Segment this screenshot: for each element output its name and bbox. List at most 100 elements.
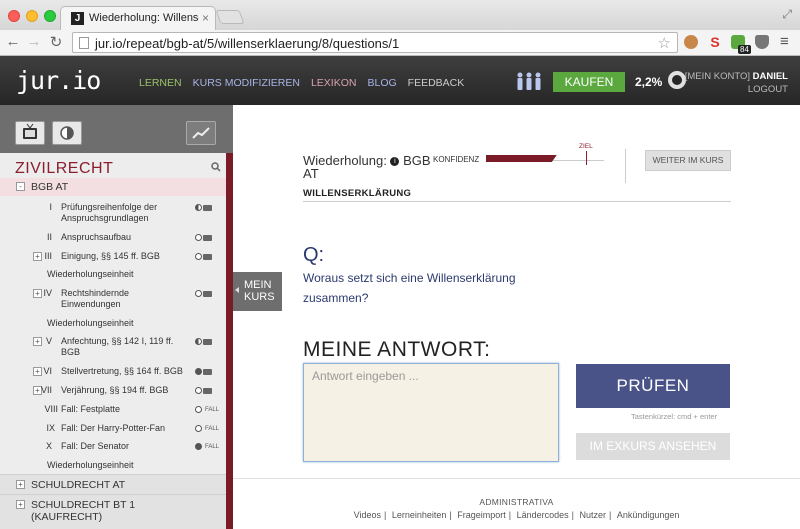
sidebar-item-verjaehrung[interactable]: Verjährung, §§ 194 ff. BGB: [61, 385, 168, 395]
close-tab-icon[interactable]: ×: [202, 11, 209, 25]
sidebar-title: ZIVILRECHT: [15, 160, 114, 177]
sidebar-item-senator[interactable]: Fall: Der Senator: [61, 441, 129, 451]
sidebar-item-harry-potter[interactable]: Fall: Der Harry-Potter-Fan: [61, 423, 165, 433]
check-button[interactable]: PRÜFEN: [576, 364, 730, 408]
expand-icon[interactable]: +: [16, 500, 25, 509]
divider: [233, 478, 800, 479]
sidebar-item-einigung[interactable]: Einigung, §§ 145 ff. BGB: [61, 251, 160, 261]
close-window-button[interactable]: [8, 10, 20, 22]
continue-course-button[interactable]: WEITER IM KURS: [645, 150, 731, 171]
page-title: Wiederholung: i BGB AT: [303, 154, 431, 180]
footer-link-ankuendigungen[interactable]: Ankündigungen: [617, 510, 680, 520]
topic-title: WILLENSERKLÄRUNG: [303, 188, 412, 199]
section-schuldrecht-at[interactable]: + SCHULDRECHT AT: [0, 474, 226, 494]
item-number: X: [45, 441, 52, 451]
section-label: SCHULDRECHT BT 1 (KAUFRECHT): [31, 499, 136, 523]
sidebar-item-pruefungsreihenfolge[interactable]: Prüfungsreihenfolge der Anspruchsgrundla…: [61, 202, 191, 224]
url-text[interactable]: jur.io/repeat/bgb-at/5/willenserklaerung…: [95, 36, 399, 51]
zoom-window-button[interactable]: [44, 10, 56, 22]
fullscreen-icon[interactable]: ⤢: [782, 7, 792, 22]
sidebar-toolbar: [0, 105, 233, 153]
info-icon[interactable]: i: [390, 157, 400, 166]
cookie-extension-icon[interactable]: [684, 35, 698, 49]
item-number: I: [49, 202, 52, 212]
progress-dot-icon: [195, 234, 202, 241]
footer-link-laendercodes[interactable]: Ländercodes: [517, 510, 569, 520]
sidebar-edge: [226, 153, 233, 529]
sidebar-item-wiederholung[interactable]: Wiederholungseinheit: [47, 318, 134, 328]
nav-feedback[interactable]: FEEDBACK: [408, 77, 465, 89]
sidebar-item-wiederholung[interactable]: Wiederholungseinheit: [47, 460, 134, 470]
collapse-icon[interactable]: -: [16, 182, 25, 191]
video-icon: [203, 338, 212, 345]
item-status: [195, 387, 212, 394]
contrast-mode-button[interactable]: [52, 121, 82, 145]
video-icon: [203, 253, 212, 260]
forward-icon[interactable]: →: [25, 33, 43, 50]
sidebar-item-anfechtung[interactable]: Anfechtung, §§ 142 I, 119 ff. BGB: [61, 336, 191, 358]
footer-links: Videos | Lerneinheiten | Frageimport | Länd…: [353, 510, 680, 520]
search-icon[interactable]: [211, 162, 221, 175]
logo[interactable]: jur.io: [16, 66, 101, 95]
browser-tab[interactable]: J Wiederholung: Willenserklä ×: [60, 6, 216, 30]
back-icon[interactable]: ←: [4, 33, 22, 50]
stats-button[interactable]: [186, 121, 216, 145]
footer-link-nutzer[interactable]: Nutzer: [579, 510, 606, 520]
sidebar-item-einwendungen[interactable]: Rechtshindernde Einwendungen: [61, 288, 181, 310]
address-bar[interactable]: jur.io/repeat/bgb-at/5/willenserklaerung…: [72, 32, 678, 53]
progress-dot-icon: [195, 368, 202, 375]
account-menu[interactable]: [MEIN KONTO] DANIEL LOGOUT: [685, 70, 788, 96]
footer-link-videos[interactable]: Videos: [354, 510, 381, 520]
item-number: VIII: [44, 404, 58, 414]
video-icon: [203, 368, 212, 375]
app-header: jur.io LERNEN KURS MODIFIZIEREN LEXIKON …: [0, 56, 800, 105]
progress-dot-icon: [195, 290, 202, 297]
item-status: [195, 290, 212, 297]
item-status: FALL: [195, 406, 219, 413]
excursus-button[interactable]: IM EXKURS ANSEHEN: [576, 433, 730, 460]
confidence-label: KONFIDENZ: [433, 155, 480, 164]
pocket-extension-icon[interactable]: [755, 35, 769, 49]
nav-kurs-modifizieren[interactable]: KURS MODIFIZIEREN: [193, 77, 300, 89]
logout-link[interactable]: LOGOUT: [748, 84, 788, 95]
buy-button[interactable]: KAUFEN: [553, 72, 625, 92]
nav-blog[interactable]: BLOG: [367, 77, 396, 89]
new-tab-button[interactable]: [215, 10, 245, 24]
hamburger-menu-icon[interactable]: ≡: [780, 33, 789, 50]
footer-link-lerneinheiten[interactable]: Lerneinheiten: [392, 510, 447, 520]
account-link[interactable]: [MEIN KONTO]: [685, 71, 750, 82]
expand-icon[interactable]: +: [16, 480, 25, 489]
item-number: IX: [46, 423, 55, 433]
progress-circle-icon: [668, 71, 686, 89]
nav-lexikon[interactable]: LEXIKON: [311, 77, 357, 89]
item-status: FALL: [195, 443, 219, 450]
sidebar-item-stellvertretung[interactable]: Stellvertretung, §§ 164 ff. BGB: [61, 366, 183, 376]
case-tag: FALL: [205, 406, 220, 413]
extension-badge: 84: [738, 45, 751, 54]
nav-lernen[interactable]: LERNEN: [139, 77, 182, 89]
section-schuldrecht-bt1[interactable]: + SCHULDRECHT BT 1 (KAUFRECHT): [0, 494, 226, 529]
sidebar-item-festplatte[interactable]: Fall: Festplatte: [61, 404, 120, 414]
video-icon: [203, 204, 212, 211]
footer-link-frageimport[interactable]: Frageimport: [457, 510, 506, 520]
main-content: Wiederholung: i BGB AT KONFIDENZ ZIEL WE…: [233, 105, 800, 529]
sidebar-item-wiederholung[interactable]: Wiederholungseinheit: [47, 269, 134, 279]
progress-dot-icon: [195, 387, 202, 394]
minimize-window-button[interactable]: [26, 10, 38, 22]
item-status: [195, 368, 212, 375]
bookmark-star-icon[interactable]: ☆: [658, 34, 671, 52]
main-nav: LERNEN KURS MODIFIZIEREN LEXIKON BLOG FE…: [139, 77, 464, 89]
progress-percent: 2,2%: [635, 75, 663, 89]
people-icon[interactable]: [516, 72, 542, 90]
divider: [303, 201, 731, 202]
sidebar-item-anspruchsaufbau[interactable]: Anspruchsaufbau: [61, 232, 131, 242]
tv-icon: [23, 123, 37, 139]
case-tag: FALL: [205, 425, 220, 432]
favicon-icon: J: [71, 12, 84, 25]
item-status: [195, 253, 212, 260]
reload-icon[interactable]: ↻: [47, 33, 65, 51]
video-mode-button[interactable]: [15, 121, 45, 145]
course-bgb-at[interactable]: - BGB AT: [0, 178, 226, 196]
s-extension-icon[interactable]: S: [708, 35, 722, 49]
answer-input[interactable]: [303, 363, 559, 462]
